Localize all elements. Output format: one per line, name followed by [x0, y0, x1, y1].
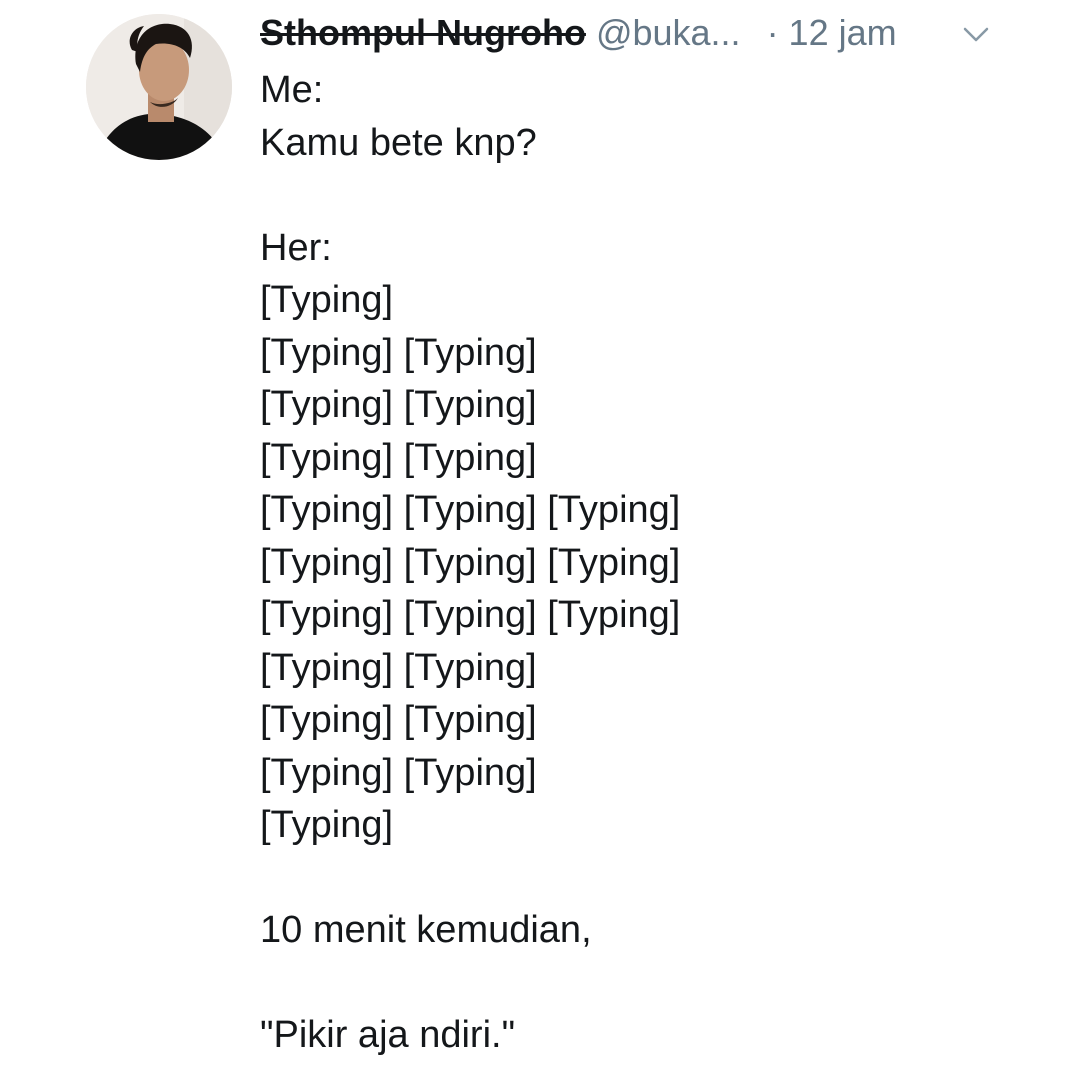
typing-line: [Typing] [Typing] [260, 331, 537, 374]
tweet-text: Me: Kamu bete knp? Her: [Typing] [Typing… [260, 64, 1040, 1062]
author-handle[interactable]: @buka... [596, 12, 741, 53]
typing-line: [Typing] [Typing] [260, 436, 537, 479]
typing-line: [Typing] [Typing] [Typing] [260, 541, 681, 584]
typing-line: [Typing] [Typing] [260, 384, 537, 426]
later-text: 10 menit kemudian, [260, 909, 592, 951]
typing-line: [Typing] [Typing] [260, 751, 537, 794]
her-label: Her: [260, 226, 332, 269]
tweet-header: Sthompul Nugroho @buka... · 12 jam [260, 8, 1020, 58]
typing-line: [Typing] [260, 279, 394, 321]
typing-line: [Typing] [Typing] [Typing] [260, 489, 681, 531]
author-name[interactable]: Sthompul Nugroho [260, 12, 586, 53]
tweet: Sthompul Nugroho @buka... · 12 jam Me: Kam… [0, 0, 1080, 1080]
typing-line: [Typing] [Typing] [260, 646, 537, 689]
typing-line: [Typing] [Typing] [260, 699, 537, 741]
typing-line: [Typing] [260, 804, 394, 846]
avatar[interactable] [86, 14, 232, 160]
typing-line: [Typing] [Typing] [Typing] [260, 594, 681, 636]
avatar-photo [86, 14, 232, 160]
me-label: Me: [260, 69, 324, 111]
chevron-down-icon[interactable] [960, 22, 992, 46]
question-text: Kamu bete knp? [260, 121, 537, 164]
reply-text: "Pikir aja ndiri." [260, 1014, 516, 1056]
tweet-timestamp[interactable]: · 12 jam [767, 12, 897, 53]
